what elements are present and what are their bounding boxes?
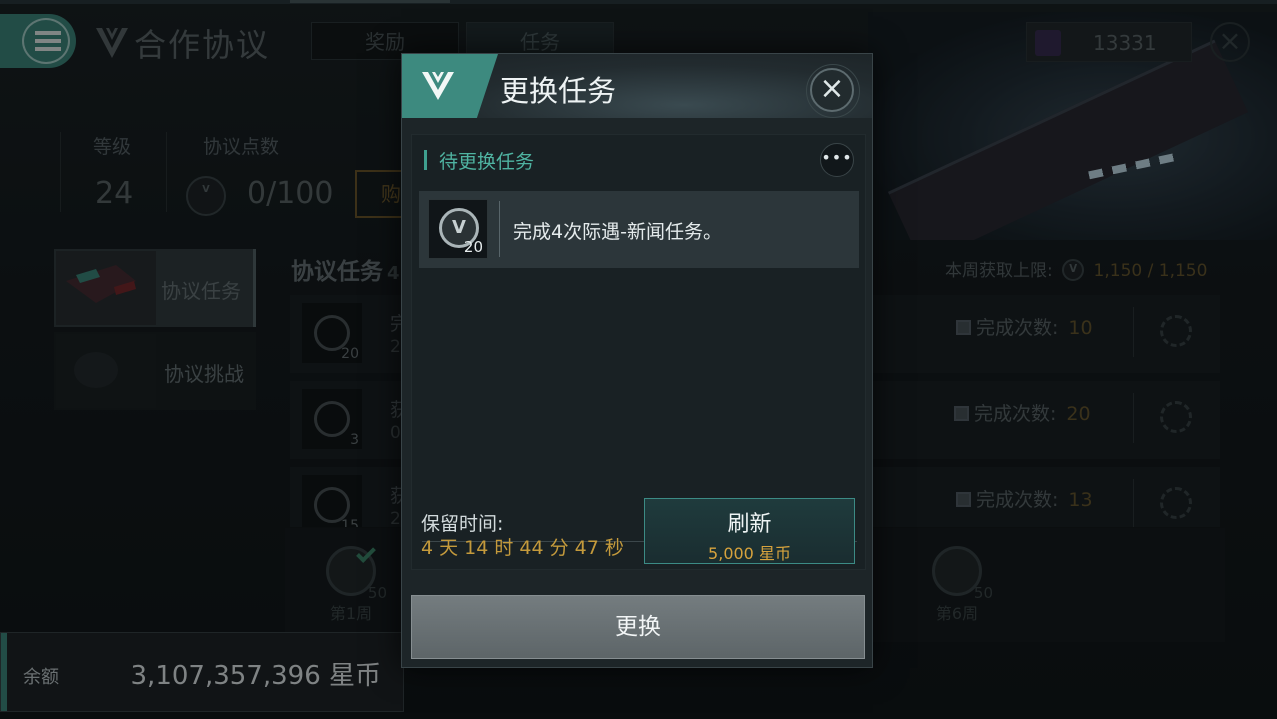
keep-time-value: 4 天 14 时 44 分 47 秒: [421, 537, 624, 559]
task-description: 完成4次际遇-新闻任务。: [513, 221, 722, 243]
refresh-button[interactable]: 刷新 5,000 星币: [644, 498, 855, 564]
refresh-cost: 5,000 星币: [708, 544, 791, 563]
more-icon[interactable]: •••: [820, 143, 854, 177]
keep-time-label: 保留时间:: [421, 513, 504, 535]
alliance-logo-icon: [422, 72, 454, 100]
close-icon[interactable]: ×: [806, 64, 860, 118]
refresh-label: 刷新: [727, 512, 772, 537]
agreement-coin-icon: 20: [428, 199, 488, 259]
swap-button[interactable]: 更换: [411, 595, 865, 659]
dialog-header: 更换任务 ×: [402, 54, 872, 118]
pending-task-label: 待更换任务: [439, 151, 535, 173]
pending-task-item[interactable]: 20 完成4次际遇-新闻任务。: [419, 191, 859, 268]
swap-task-dialog: 更换任务 × 待更换任务 ••• 20 完成4次际遇-新闻任务。 保留时间: 4…: [401, 53, 873, 668]
dialog-title: 更换任务: [500, 74, 617, 108]
